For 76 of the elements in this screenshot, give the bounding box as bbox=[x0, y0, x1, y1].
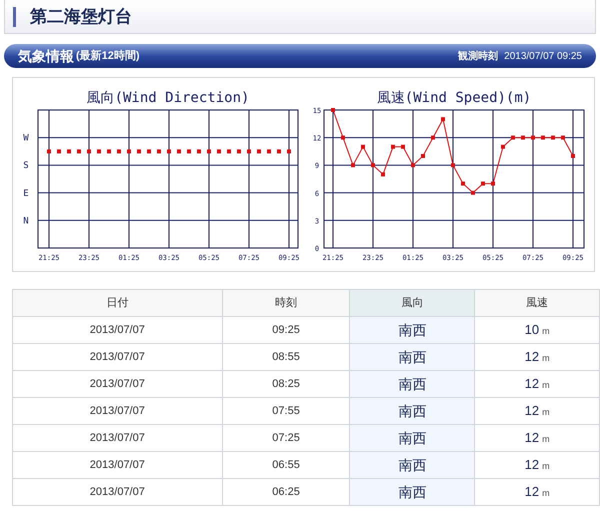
data-point bbox=[331, 108, 335, 112]
data-point bbox=[431, 136, 435, 140]
y-axis-label: S bbox=[23, 161, 29, 172]
data-point bbox=[381, 172, 385, 176]
speed-value: 12 bbox=[524, 484, 540, 500]
direction-cell: 南西 bbox=[350, 398, 475, 424]
data-point bbox=[461, 182, 465, 186]
data-point bbox=[551, 136, 555, 140]
time-cell: 09:25 bbox=[222, 316, 350, 344]
column-header: 風向 bbox=[350, 290, 475, 316]
direction-cell: 南西 bbox=[350, 316, 475, 344]
observed-time: 2013/07/07 09:25 bbox=[504, 50, 582, 64]
data-point bbox=[571, 154, 575, 158]
section-title: 気象情報 bbox=[18, 46, 74, 66]
data-point bbox=[441, 117, 445, 122]
y-axis-label: N bbox=[23, 216, 29, 226]
time-cell: 06:55 bbox=[222, 452, 350, 478]
data-point bbox=[371, 163, 375, 168]
data-point bbox=[471, 190, 475, 195]
chart-title: 風速(Wind Speed)(m) bbox=[376, 90, 532, 106]
data-point bbox=[391, 144, 395, 149]
chart-title: 風向(Wind Direction) bbox=[86, 90, 250, 106]
date-cell: 2013/07/07 bbox=[12, 452, 222, 478]
time-cell: 07:55 bbox=[222, 398, 350, 424]
column-header: 風速 bbox=[474, 290, 600, 316]
y-axis-label: E bbox=[23, 188, 29, 199]
page-title: 第二海堡灯台 bbox=[30, 6, 132, 28]
direction-cell: 南西 bbox=[350, 478, 475, 506]
accent-bar bbox=[13, 6, 16, 26]
speed-unit: m bbox=[542, 326, 550, 336]
data-point bbox=[421, 154, 425, 158]
data-point bbox=[451, 163, 455, 168]
data-point bbox=[561, 136, 565, 140]
data-point bbox=[531, 136, 535, 140]
data-point bbox=[511, 136, 515, 140]
direction-cell: 南西 bbox=[350, 344, 475, 370]
data-point bbox=[521, 136, 525, 140]
date-cell: 2013/07/07 bbox=[12, 370, 222, 398]
speed-unit: m bbox=[542, 434, 550, 444]
speed-value: 12 bbox=[524, 349, 540, 364]
data-point bbox=[541, 136, 545, 140]
data-point bbox=[341, 136, 345, 140]
data-point bbox=[491, 182, 495, 186]
date-cell: 2013/07/07 bbox=[12, 344, 222, 370]
date-cell: 2013/07/07 bbox=[12, 424, 222, 452]
speed-value: 10 bbox=[524, 322, 540, 338]
direction-cell: 南西 bbox=[350, 452, 475, 478]
speed-unit: m bbox=[542, 461, 550, 472]
time-cell: 08:25 bbox=[222, 370, 350, 398]
direction-cell: 南西 bbox=[350, 424, 475, 452]
speed-value: 12 bbox=[524, 376, 540, 392]
speed-unit: m bbox=[542, 380, 550, 390]
time-cell: 07:25 bbox=[222, 424, 350, 452]
time-cell: 06:25 bbox=[222, 478, 350, 506]
speed-value: 12 bbox=[524, 430, 540, 446]
column-header: 時刻 bbox=[222, 290, 350, 316]
observed-label: 観測時刻 bbox=[458, 50, 498, 64]
y-axis-label: W bbox=[23, 134, 29, 144]
date-cell: 2013/07/07 bbox=[12, 398, 222, 424]
data-point bbox=[501, 144, 505, 149]
data-point bbox=[401, 144, 405, 149]
data-point bbox=[351, 163, 355, 168]
speed-unit: m bbox=[542, 353, 550, 364]
section-subtitle: (最新12時間) bbox=[76, 48, 140, 64]
column-header: 日付 bbox=[12, 290, 222, 316]
data-point bbox=[411, 163, 415, 168]
speed-value: 12 bbox=[524, 457, 540, 472]
time-cell: 08:55 bbox=[222, 344, 350, 370]
direction-cell: 南西 bbox=[350, 370, 475, 398]
speed-unit: m bbox=[542, 407, 550, 418]
data-point bbox=[361, 144, 365, 149]
speed-value: 12 bbox=[524, 403, 540, 418]
speed-unit: m bbox=[542, 488, 550, 498]
date-cell: 2013/07/07 bbox=[12, 478, 222, 506]
date-cell: 2013/07/07 bbox=[12, 316, 222, 344]
data-point bbox=[481, 182, 485, 186]
